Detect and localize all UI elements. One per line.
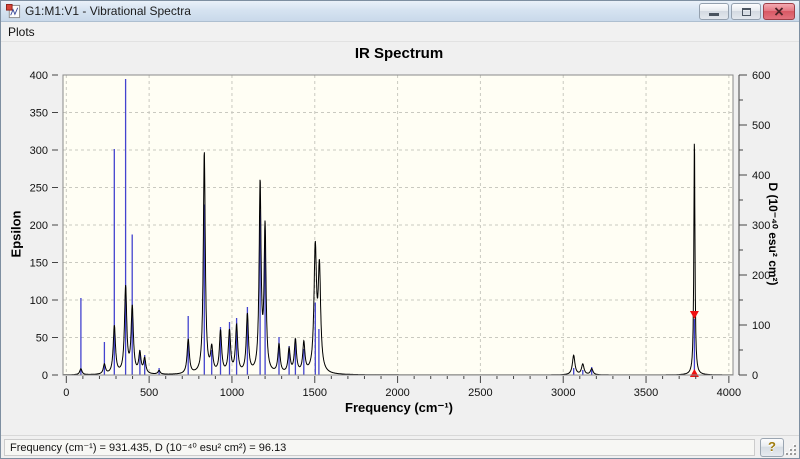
spectrum-window-icon[interactable] xyxy=(6,3,21,19)
left-axis-title: Epsilon xyxy=(8,210,24,258)
svg-text:0: 0 xyxy=(752,370,758,382)
window-title: G1:M1:V1 - Vibrational Spectra xyxy=(25,4,191,18)
right-axis-title: D (10⁻⁴⁰ esu² cm²) xyxy=(766,182,780,286)
svg-text:3500: 3500 xyxy=(634,387,658,399)
svg-text:0: 0 xyxy=(42,370,48,382)
chart-title: IR Spectrum xyxy=(354,45,444,62)
resize-grip[interactable] xyxy=(785,444,797,456)
left-axis-ticks: 0 50 100 150 200 250 300 350 400 xyxy=(30,70,58,382)
svg-text:4000: 4000 xyxy=(717,387,741,399)
maximize-icon xyxy=(741,7,751,16)
menu-bar: Plots xyxy=(1,22,799,42)
svg-text:400: 400 xyxy=(30,70,48,82)
svg-text:2000: 2000 xyxy=(385,387,409,399)
window-controls xyxy=(699,3,795,20)
minimize-button[interactable] xyxy=(699,3,729,20)
maximize-button[interactable] xyxy=(731,3,761,20)
minimize-icon xyxy=(709,13,719,16)
svg-text:1000: 1000 xyxy=(220,387,244,399)
svg-text:200: 200 xyxy=(30,220,48,232)
svg-text:1500: 1500 xyxy=(303,387,327,399)
close-button[interactable] xyxy=(763,3,795,20)
status-bar: Frequency (cm⁻¹) = 931.435, D (10⁻⁴⁰ esu… xyxy=(1,435,799,458)
svg-text:2500: 2500 xyxy=(468,387,492,399)
svg-text:300: 300 xyxy=(30,145,48,157)
svg-text:350: 350 xyxy=(30,108,48,120)
chart-panel: 0 500 1000 1500 2000 2500 3000 3500 4000 0 50 100 15… xyxy=(1,42,799,435)
svg-text:150: 150 xyxy=(30,258,48,270)
svg-text:50: 50 xyxy=(36,333,48,345)
svg-text:3000: 3000 xyxy=(551,387,575,399)
spectrum-plot[interactable]: 0 500 1000 1500 2000 2500 3000 3500 400005010015… xyxy=(1,42,799,435)
x-axis-title: Frequency (cm⁻¹) xyxy=(345,400,453,415)
help-button[interactable]: ? xyxy=(760,437,784,457)
status-readout: Frequency (cm⁻¹) = 931.435, D (10⁻⁴⁰ esu… xyxy=(4,438,755,456)
svg-text:0: 0 xyxy=(63,387,69,399)
title-bar[interactable]: G1:M1:V1 - Vibrational Spectra xyxy=(1,1,799,22)
svg-text:600: 600 xyxy=(752,70,770,82)
svg-text:500: 500 xyxy=(752,120,770,132)
x-axis-ticks: 0 500 1000 1500 2000 2500 3000 3500 4000 xyxy=(63,376,741,399)
close-icon xyxy=(774,7,784,16)
vibrational-spectra-window: G1:M1:V1 - Vibrational Spectra Plots 0 50… xyxy=(0,0,800,459)
svg-text:500: 500 xyxy=(140,387,158,399)
svg-text:400: 400 xyxy=(752,170,770,182)
svg-text:100: 100 xyxy=(30,295,48,307)
menu-item-plots[interactable]: Plots xyxy=(1,23,42,41)
svg-text:100: 100 xyxy=(752,320,770,332)
svg-text:250: 250 xyxy=(30,183,48,195)
